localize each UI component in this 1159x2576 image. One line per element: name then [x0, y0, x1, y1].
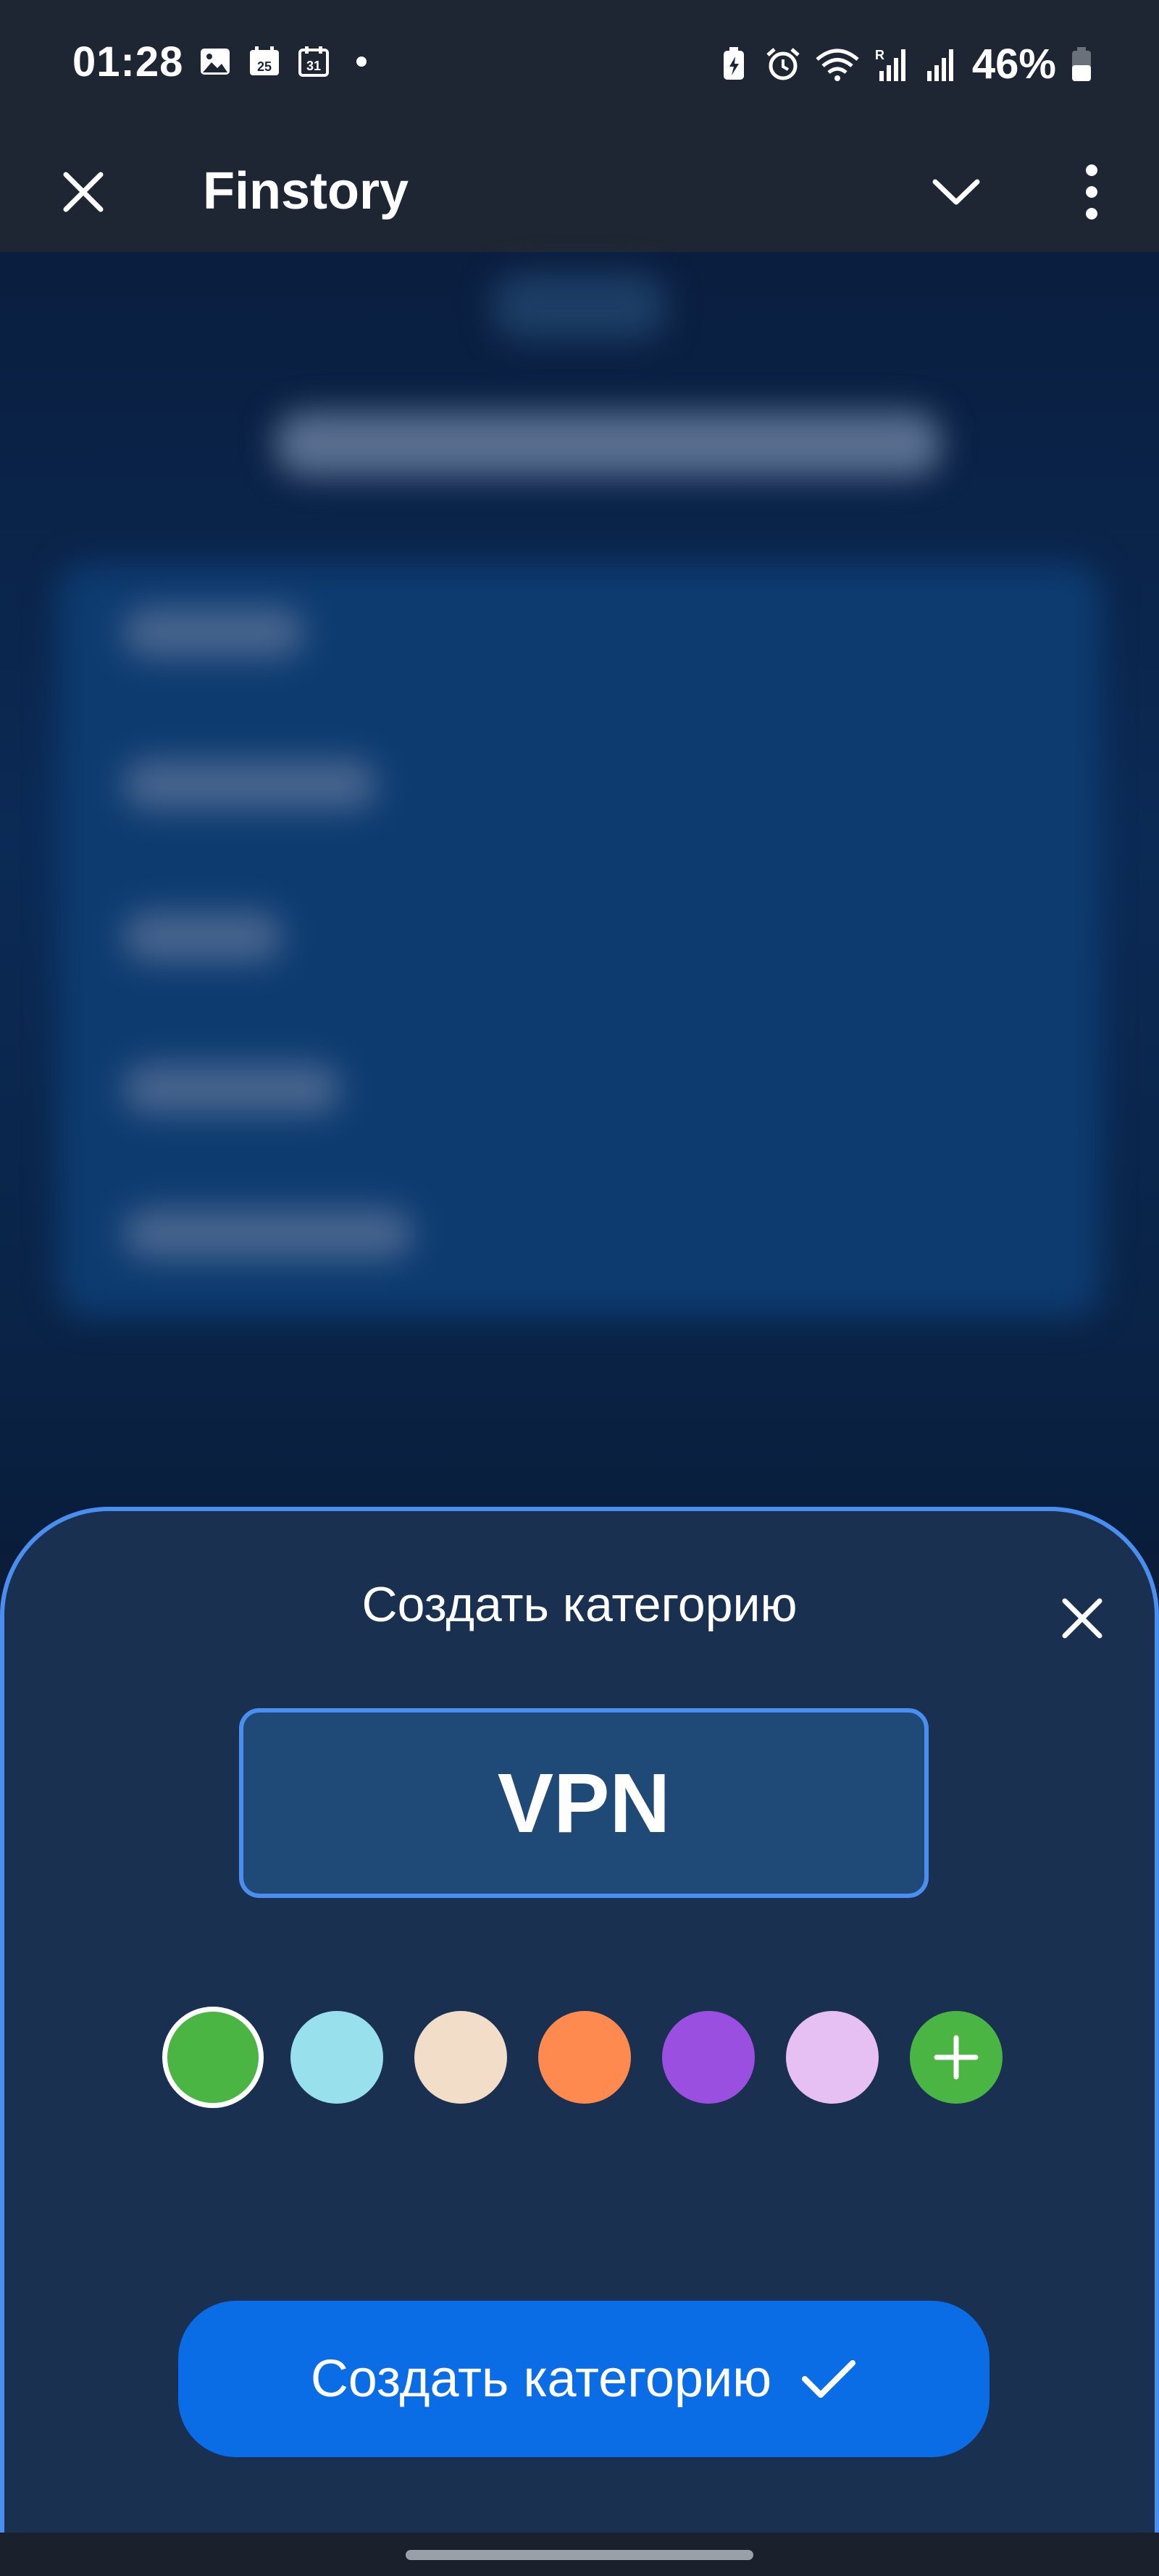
app-title: Finstory — [203, 162, 409, 220]
battery-percent: 46% — [971, 41, 1056, 88]
svg-text:R: R — [875, 48, 884, 62]
category-name-input[interactable] — [239, 1708, 929, 1898]
status-system-icons: R 46% — [716, 40, 1094, 88]
battery-saver-icon — [716, 46, 752, 83]
screen: 01:28 25 31 R 46% Finstory Создать катег… — [0, 0, 1159, 2576]
close-icon — [1062, 1598, 1102, 1639]
blurred-row — [123, 759, 377, 810]
create-category-sheet: Создать категорию Создать категорию — [0, 1507, 1159, 2535]
color-swatch-beige[interactable] — [414, 2011, 507, 2104]
app-bar: Finstory — [0, 130, 1159, 252]
create-category-button-label: Создать категорию — [310, 2350, 772, 2408]
collapse-button[interactable] — [924, 159, 989, 225]
chevron-down-icon — [932, 179, 980, 205]
close-icon — [63, 172, 104, 212]
system-nav-bar — [0, 2533, 1159, 2576]
status-time: 01:28 — [72, 38, 184, 85]
color-picker — [162, 2007, 1003, 2112]
blurred-header — [493, 274, 666, 339]
blurred-title — [275, 411, 942, 477]
signal-roaming-icon: R — [874, 46, 910, 83]
battery-icon — [1069, 46, 1094, 83]
more-vert-icon — [1086, 164, 1097, 219]
calendar-date-icon: 31 — [296, 43, 332, 80]
blurred-content — [0, 252, 1159, 1556]
status-notification-icons: 25 31 — [197, 43, 367, 80]
color-swatch-lavender[interactable] — [786, 2011, 879, 2104]
calendar-day-label: 25 — [257, 59, 272, 74]
more-options-button[interactable] — [1059, 152, 1124, 232]
close-button[interactable] — [51, 159, 116, 225]
color-swatch-green[interactable] — [162, 2007, 264, 2108]
color-swatch-orange[interactable] — [538, 2011, 631, 2104]
plus-icon — [934, 2035, 979, 2080]
sheet-title: Создать категорию — [361, 1577, 798, 1632]
color-swatch-purple[interactable] — [662, 2011, 755, 2104]
alarm-icon — [765, 46, 801, 83]
more-notifications-dot — [356, 57, 367, 67]
calendar-icon: 25 — [246, 43, 283, 80]
calendar-date-label: 31 — [306, 59, 321, 73]
blurred-row — [123, 911, 283, 962]
wifi-icon — [814, 46, 861, 83]
blurred-row — [123, 607, 304, 658]
add-color-button[interactable] — [910, 2011, 1003, 2104]
create-category-button[interactable]: Создать категорию — [178, 2301, 989, 2457]
blurred-row — [123, 1208, 413, 1259]
blurred-background — [0, 252, 1159, 1556]
check-icon — [802, 2360, 856, 2398]
sheet-close-button[interactable] — [1047, 1584, 1117, 1653]
blurred-row — [123, 1063, 340, 1114]
gallery-icon — [197, 43, 233, 80]
color-swatch-light-blue[interactable] — [290, 2011, 383, 2104]
status-bar: 01:28 25 31 R 46% — [0, 0, 1159, 130]
signal-icon — [923, 46, 959, 83]
home-gesture-handle[interactable] — [406, 2550, 753, 2560]
